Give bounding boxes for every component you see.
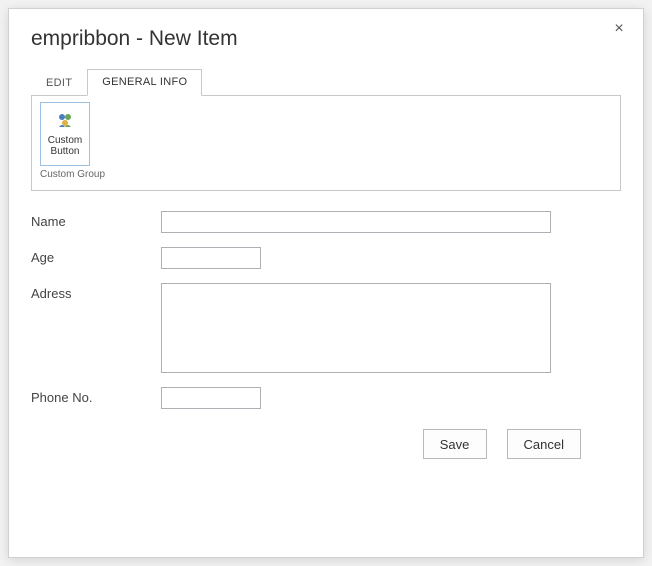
tab-edit[interactable]: EDIT bbox=[31, 70, 87, 96]
form-row-age: Age bbox=[31, 247, 621, 269]
label-age: Age bbox=[31, 247, 161, 265]
form-row-phone: Phone No. bbox=[31, 387, 621, 409]
input-phone[interactable] bbox=[161, 387, 261, 409]
cancel-button[interactable]: Cancel bbox=[507, 429, 581, 459]
button-row: Save Cancel bbox=[31, 429, 621, 459]
custom-button[interactable]: Custom Button bbox=[40, 102, 90, 166]
input-name[interactable] bbox=[161, 211, 551, 233]
custom-button-label: Custom Button bbox=[43, 135, 87, 157]
input-age[interactable] bbox=[161, 247, 261, 269]
dialog-title: empribbon - New Item bbox=[31, 27, 621, 51]
form-row-address: Adress bbox=[31, 283, 621, 373]
ribbon-group-custom: Custom Button Custom Group bbox=[40, 102, 105, 180]
form-row-name: Name bbox=[31, 211, 621, 233]
custom-button-icon bbox=[55, 111, 75, 131]
save-button[interactable]: Save bbox=[423, 429, 487, 459]
dialog-window: × empribbon - New Item EDIT GENERAL INFO… bbox=[8, 8, 644, 558]
ribbon-panel: Custom Button Custom Group bbox=[31, 95, 621, 191]
tab-strip: EDIT GENERAL INFO bbox=[31, 69, 621, 96]
label-name: Name bbox=[31, 211, 161, 229]
ribbon-group-label: Custom Group bbox=[40, 169, 105, 180]
close-button[interactable]: × bbox=[609, 19, 629, 39]
input-address[interactable] bbox=[161, 283, 551, 373]
tab-general-info[interactable]: GENERAL INFO bbox=[87, 69, 202, 96]
form: Name Age Adress Phone No. Save Cancel bbox=[31, 207, 621, 459]
label-phone: Phone No. bbox=[31, 387, 161, 405]
label-address: Adress bbox=[31, 283, 161, 301]
